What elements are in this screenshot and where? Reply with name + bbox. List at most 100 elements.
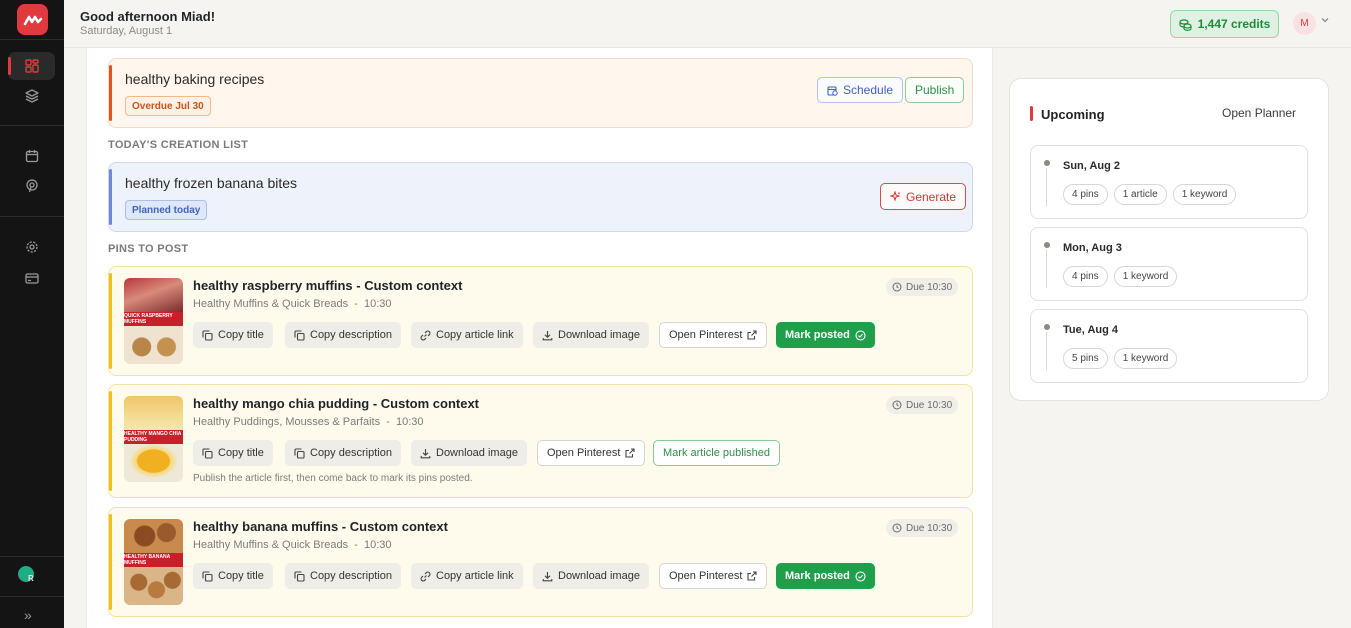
copy-icon <box>202 329 213 341</box>
mark-article-published-button[interactable]: Mark article published <box>653 440 780 466</box>
download-icon <box>542 330 553 340</box>
generate-label: Generate <box>906 189 957 204</box>
sidebar-item-calendar[interactable] <box>8 142 55 170</box>
thumbnail-text: QUICK RASPBERRY MUFFINS <box>124 313 173 325</box>
sparkle-icon <box>890 191 901 202</box>
download-image-label: Download image <box>436 447 518 459</box>
top-header: Good afternoon Miad! Saturday, August 1 … <box>64 0 1351 48</box>
timeline-line <box>1046 250 1047 288</box>
sidebar-divider <box>0 216 64 217</box>
open-pinterest-button[interactable]: Open Pinterest <box>659 563 768 589</box>
chevron-down-icon[interactable] <box>1320 15 1330 28</box>
app-logo[interactable] <box>17 4 48 35</box>
sidebar-item-layers[interactable] <box>8 82 55 110</box>
user-avatar-initial: R <box>28 574 34 583</box>
copy-description-button[interactable]: Copy description <box>285 322 401 348</box>
pin-card: HEALTHY BANANA MUFFINS healthy banana mu… <box>108 507 973 617</box>
copy-icon <box>202 570 213 582</box>
pin-time: 10:30 <box>363 298 392 310</box>
account-avatar[interactable]: M <box>1293 12 1316 35</box>
pin-thumbnail: QUICK RASPBERRY MUFFINS <box>124 278 183 364</box>
overdue-title: healthy baking recipes <box>125 71 265 87</box>
timeline-line <box>1046 168 1047 206</box>
sidebar-item-dashboard[interactable] <box>8 52 55 80</box>
open-pinterest-label: Open Pinterest <box>669 329 743 341</box>
chip: 4 pins <box>1063 266 1108 287</box>
upcoming-day[interactable]: Tue, Aug 4 5 pins 1 keyword <box>1030 309 1308 383</box>
pin-thumbnail: HEALTHY MANGO CHIA PUDDING <box>124 396 183 482</box>
copy-title-label: Copy title <box>218 329 264 341</box>
creation-title: healthy frozen banana bites <box>125 175 298 191</box>
pinterest-icon <box>25 179 38 193</box>
coins-icon <box>1179 18 1192 31</box>
open-planner-link[interactable]: Open Planner <box>1222 106 1296 120</box>
current-date: Saturday, August 1 <box>80 25 173 37</box>
link-icon <box>420 571 431 581</box>
upcoming-panel: Upcoming Open Planner Sun, Aug 2 4 pins … <box>1009 78 1329 401</box>
copy-title-button[interactable]: Copy title <box>193 322 273 348</box>
copy-title-button[interactable]: Copy title <box>193 440 273 466</box>
due-label: Due 10:30 <box>906 399 953 411</box>
chip: 1 keyword <box>1113 266 1178 287</box>
copy-article-link-button[interactable]: Copy article link <box>411 563 523 589</box>
sidebar-divider <box>0 556 64 557</box>
due-badge: Due 10:30 <box>886 396 959 414</box>
copy-article-link-label: Copy article link <box>436 329 514 341</box>
open-pinterest-button[interactable]: Open Pinterest <box>537 440 646 466</box>
mark-article-published-label: Mark article published <box>663 447 770 459</box>
sidebar-item-pinterest[interactable] <box>8 172 55 200</box>
upcoming-day[interactable]: Mon, Aug 3 4 pins 1 keyword <box>1030 227 1308 301</box>
sidebar-item-billing[interactable] <box>8 264 55 292</box>
day-label: Sun, Aug 2 <box>1063 160 1121 172</box>
download-image-button[interactable]: Download image <box>533 563 649 589</box>
generate-button[interactable]: Generate <box>880 183 967 210</box>
pin-title: healthy mango chia pudding - Custom cont… <box>193 396 480 411</box>
planned-badge: Planned today <box>125 200 208 220</box>
chip: 1 article <box>1113 184 1167 205</box>
calendar-icon <box>25 150 38 163</box>
check-circle-icon <box>855 570 866 582</box>
copy-description-button[interactable]: Copy description <box>285 440 401 466</box>
credits-badge[interactable]: 1,447 credits <box>1170 10 1279 38</box>
upcoming-day[interactable]: Sun, Aug 2 4 pins 1 article 1 keyword <box>1030 145 1308 219</box>
copy-icon <box>294 447 305 459</box>
download-image-button[interactable]: Download image <box>533 322 649 348</box>
creation-section-label: TODAY'S CREATION LIST <box>108 139 249 151</box>
open-pinterest-button[interactable]: Open Pinterest <box>659 322 768 348</box>
copy-description-button[interactable]: Copy description <box>285 563 401 589</box>
download-image-label: Download image <box>558 570 640 582</box>
main-panel: healthy baking recipes Overdue Jul 30 Sc… <box>86 48 993 628</box>
publish-button[interactable]: Publish <box>905 77 965 103</box>
sidebar-divider <box>0 39 64 40</box>
mark-posted-button[interactable]: Mark posted <box>776 563 875 589</box>
sidebar-item-settings[interactable] <box>8 233 55 261</box>
gear-icon <box>25 241 38 253</box>
clock-icon <box>892 282 902 292</box>
download-icon <box>420 448 431 458</box>
day-chips: 4 pins 1 keyword <box>1063 266 1178 287</box>
schedule-button[interactable]: Schedule <box>817 77 904 103</box>
mark-posted-button[interactable]: Mark posted <box>776 322 875 348</box>
pin-board: Healthy Muffins & Quick Breads <box>193 298 349 310</box>
upcoming-marker <box>1030 106 1033 121</box>
sidebar-divider <box>0 596 64 597</box>
greeting: Good afternoon Miad! <box>80 9 216 24</box>
copy-title-button[interactable]: Copy title <box>193 563 273 589</box>
timeline-dot <box>1044 160 1050 166</box>
open-pinterest-label: Open Pinterest <box>669 570 743 582</box>
expand-sidebar-icon[interactable]: » <box>24 607 32 623</box>
copy-icon <box>294 570 305 582</box>
pin-meta: Healthy Muffins & Quick Breads - 10:30 <box>193 298 392 310</box>
sidebar: R » <box>0 0 64 628</box>
download-image-button[interactable]: Download image <box>411 440 527 466</box>
due-badge: Due 10:30 <box>886 519 959 537</box>
download-icon <box>542 571 553 581</box>
pin-board: Healthy Muffins & Quick Breads <box>193 539 349 551</box>
calendar-clock-icon <box>827 85 838 96</box>
copy-description-label: Copy description <box>310 570 392 582</box>
day-label: Tue, Aug 4 <box>1063 324 1118 336</box>
chip: 5 pins <box>1063 348 1108 369</box>
copy-article-link-button[interactable]: Copy article link <box>411 322 523 348</box>
external-link-icon <box>747 330 757 340</box>
copy-icon <box>202 447 213 459</box>
